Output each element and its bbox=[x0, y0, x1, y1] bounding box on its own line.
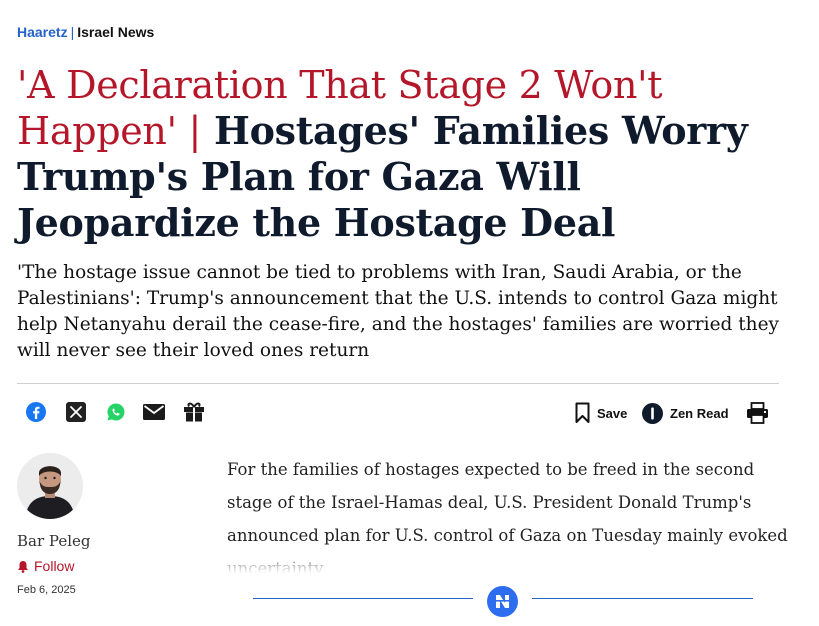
save-label: Save bbox=[597, 405, 628, 421]
gift-icon[interactable] bbox=[181, 399, 207, 425]
follow-label: Follow bbox=[34, 558, 75, 574]
breadcrumb-separator: | bbox=[70, 24, 75, 40]
publish-date: Feb 6, 2025 bbox=[17, 584, 76, 596]
avatar[interactable] bbox=[17, 453, 83, 519]
breadcrumb: Haaretz | Israel News bbox=[17, 24, 154, 40]
haaretz-logo-icon bbox=[487, 586, 518, 617]
article-subhead: 'The hostage issue cannot be tied to pro… bbox=[17, 262, 779, 361]
paywall-divider-right bbox=[532, 598, 753, 599]
paywall-fade bbox=[220, 545, 810, 579]
facebook-icon[interactable] bbox=[23, 399, 49, 425]
whatsapp-icon[interactable] bbox=[103, 399, 129, 425]
follow-button[interactable]: Follow bbox=[17, 558, 74, 574]
bell-icon bbox=[18, 560, 28, 573]
breadcrumb-section-link[interactable]: Israel News bbox=[77, 24, 154, 40]
x-icon[interactable] bbox=[63, 399, 89, 425]
page-title: 'A Declaration That Stage 2 Won't Happen… bbox=[17, 62, 797, 246]
zen-read-icon bbox=[642, 402, 663, 424]
print-icon bbox=[747, 402, 768, 424]
bookmark-icon bbox=[575, 402, 590, 423]
zen-read-button[interactable]: Zen Read bbox=[642, 400, 729, 426]
save-button[interactable]: Save bbox=[575, 400, 627, 426]
author-name[interactable]: Bar Peleg bbox=[17, 532, 90, 550]
print-button[interactable] bbox=[746, 400, 769, 426]
divider bbox=[17, 383, 779, 384]
breadcrumb-brand-link[interactable]: Haaretz bbox=[17, 24, 68, 40]
zen-read-label: Zen Read bbox=[670, 405, 729, 421]
email-icon[interactable] bbox=[141, 399, 167, 425]
paywall-divider-left bbox=[253, 598, 473, 599]
